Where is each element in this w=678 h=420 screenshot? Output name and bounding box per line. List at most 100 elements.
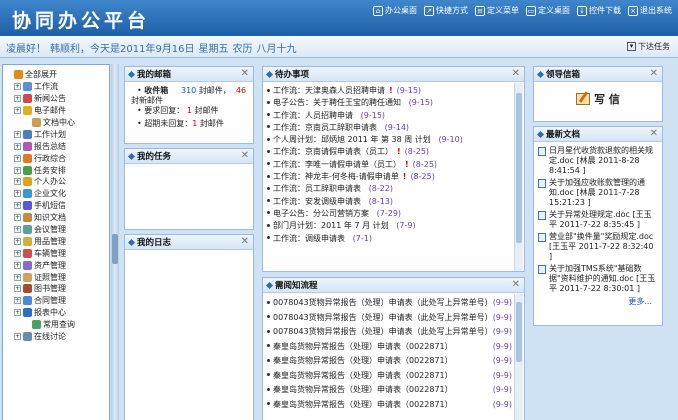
close-icon[interactable]: ✕	[241, 236, 249, 247]
expand-icon[interactable]: +	[14, 178, 21, 186]
todo-item[interactable]: 工作流：员工辞职申请表 (8-22)	[267, 183, 520, 195]
close-icon[interactable]: ✕	[650, 68, 658, 79]
todo-item[interactable]: 工作流：调级申请表 (7-1)	[267, 233, 520, 245]
sidebar-item[interactable]: + 新闻公告	[5, 93, 109, 105]
review-item[interactable]: 秦皇岛货物异常报告（处理）申请表（0022871） (9-9)	[267, 369, 512, 384]
sidebar-item[interactable]: + 证照管理	[5, 271, 109, 283]
write-letter-button[interactable]: 写 信	[534, 91, 662, 107]
sidebar-item[interactable]: + 电子邮件	[5, 105, 109, 117]
expand-icon[interactable]: +	[14, 202, 21, 210]
sidebar-item[interactable]: + 工作计划	[5, 128, 109, 140]
sidebar-item[interactable]: + 图书管理	[5, 283, 109, 295]
close-icon[interactable]: ✕	[241, 68, 249, 79]
expand-icon[interactable]: +	[14, 261, 21, 269]
todo-item[interactable]: 工作流：安发调级申请表 (8-13)	[267, 196, 520, 208]
todo-item-text: 电子公告：分公司营销方案	[273, 208, 369, 218]
close-icon[interactable]: ✕	[241, 150, 249, 161]
expand-icon[interactable]: +	[14, 154, 21, 162]
todo-item[interactable]: 个人周计划：邱炳旭 2011 年 第 38 周 计划 (9-10)	[267, 134, 520, 146]
todo-item[interactable]: 部门月计划：2011 年 7 月 计划 (7-9)	[267, 220, 520, 232]
bullet-icon	[267, 211, 270, 215]
nav-define-desktop[interactable]: ▭ 定义桌面	[526, 5, 570, 16]
review-item[interactable]: 0078043货物异常报告（处理）申请表（此处写上异常单号） (9-9)	[267, 311, 512, 326]
nav-exit[interactable]: × 退出系统	[628, 5, 672, 16]
sidebar-item[interactable]: 全部展开	[5, 69, 109, 81]
sidebar-item[interactable]: + 个人办公	[5, 176, 109, 188]
doc-item[interactable]: 营业部"换件量"奖励规定.doc [王玉平 2011-7-22 8:32:40 …	[538, 232, 658, 262]
review-item[interactable]: 0078043货物异常报告（处理）申请表（此处写上异常单号） (9-9)	[267, 325, 512, 340]
todo-item[interactable]: 工作流：京南请假申请表（员工）! (8-25)	[267, 146, 520, 158]
expand-icon[interactable]: +	[14, 249, 21, 257]
todo-item[interactable]: 电子公告：分公司营销方案 (7-29)	[267, 208, 520, 220]
expand-icon[interactable]: +	[14, 166, 21, 174]
expand-icon[interactable]: +	[14, 107, 21, 115]
scroll-thumb[interactable]	[516, 302, 522, 362]
todo-item-text: 电子公告：关于聘任王宝的聘任通知	[273, 98, 401, 108]
sidebar-item[interactable]: + 报告总结	[5, 140, 109, 152]
sidebar-item[interactable]: + 企业文化	[5, 188, 109, 200]
sidebar-item[interactable]: + 工作流	[5, 81, 109, 93]
nav-download[interactable]: ↓ 控件下载	[577, 5, 621, 16]
sidebar-item[interactable]: + 用品管理	[5, 235, 109, 247]
sidebar-item-label: 知识文档	[34, 213, 66, 223]
sidebar-item[interactable]: + 会议管理	[5, 224, 109, 236]
close-icon[interactable]: ✕	[650, 128, 658, 139]
doc-item[interactable]: 日月星代收货款退款的相关规定.doc [林晨 2011-8-28 8:41:54…	[538, 146, 658, 176]
close-icon[interactable]: ✕	[512, 279, 520, 290]
sidebar-item[interactable]: + 资产管理	[5, 259, 109, 271]
review-scrollbar[interactable]	[514, 294, 523, 420]
expand-icon[interactable]: +	[14, 226, 21, 234]
expand-icon[interactable]: +	[14, 190, 21, 198]
todo-item[interactable]: 工作流：神龙丰-何冬梅-请假申请单! (8-25)	[267, 171, 520, 183]
expand-icon[interactable]: +	[14, 273, 21, 281]
sidebar-splitter[interactable]	[111, 64, 119, 420]
bullet-icon	[267, 174, 270, 178]
todo-item[interactable]: 工作流：天津奥森人员招聘申请! (9-15)	[267, 85, 520, 97]
review-item[interactable]: 秦皇岛货物异常报告（处理）申请表（0022871） (9-9)	[267, 354, 512, 369]
sidebar-item[interactable]: + 知识文档	[5, 212, 109, 224]
todo-item[interactable]: 工作流：人员招聘申请 (9-15)	[267, 110, 520, 122]
expand-icon[interactable]: +	[14, 214, 21, 222]
inbox-line[interactable]: • 收件箱 310 封邮件， 46	[131, 86, 247, 96]
expand-icon[interactable]: +	[14, 130, 21, 138]
todo-scrollbar[interactable]	[514, 83, 523, 271]
bullet-icon	[267, 344, 270, 347]
issue-task-button[interactable]: ▾ 下达任务	[627, 41, 670, 52]
sidebar-item[interactable]: + 任务安排	[5, 164, 109, 176]
doc-item[interactable]: 关于异常处理规定.doc [王玉平 2011-7-22 8:35:45 ]	[538, 210, 658, 230]
sidebar-item[interactable]: + 车辆管理	[5, 247, 109, 259]
sidebar-item[interactable]: + 行政综合	[5, 152, 109, 164]
expand-icon[interactable]: +	[14, 142, 21, 150]
nav-define-menu[interactable]: ≡ 定义菜单	[475, 5, 519, 16]
expand-icon[interactable]: +	[14, 95, 21, 103]
expand-icon[interactable]: +	[14, 309, 21, 317]
expand-icon[interactable]: +	[14, 285, 21, 293]
review-item[interactable]: 0078043货物异常报告（处理）申请表（此处写上异常单号） (9-9)	[267, 296, 512, 311]
doc-item[interactable]: 关于加强应收账款管理的通知.doc [林晨 2011-7-28 15:21:23…	[538, 178, 658, 208]
review-item[interactable]: 秦皇岛货物异常报告（处理）申请表（0022871） (9-9)	[267, 340, 512, 355]
splitter-handle[interactable]	[112, 234, 118, 264]
expand-icon[interactable]: +	[14, 333, 21, 341]
nav-shortcut[interactable]: ↗ 快捷方式	[424, 5, 468, 16]
sidebar-item[interactable]: 常用查询	[5, 319, 109, 331]
scroll-thumb[interactable]	[516, 93, 522, 243]
expand-icon[interactable]: +	[14, 237, 21, 245]
close-icon[interactable]: ✕	[512, 68, 520, 79]
review-item[interactable]: 秦皇岛货物异常报告（处理）申请表（0022871） (9-9)	[267, 383, 512, 398]
more-link[interactable]: 更多...	[534, 296, 662, 307]
doc-item[interactable]: 关于加强TMS系统"基础数据"资料维护的通知.doc [王玉平 2011-7-2…	[538, 264, 658, 294]
expand-icon[interactable]: +	[14, 83, 21, 91]
sidebar-item[interactable]: + 手机短信	[5, 200, 109, 212]
todo-item[interactable]: 工作流：京南员工辞职申请表 (9-14)	[267, 122, 520, 134]
todo-item[interactable]: 工作流：李唯一请假申请单（员工）! (8-25)	[267, 159, 520, 171]
nav-home[interactable]: ⌂ 办公桌面	[373, 5, 417, 16]
sidebar-item[interactable]: + 报表中心	[5, 307, 109, 319]
sidebar-item[interactable]: + 在线讨论	[5, 331, 109, 343]
reply-line[interactable]: • 要求回复： 1 封邮件	[131, 106, 247, 116]
expand-icon[interactable]: +	[14, 297, 21, 305]
todo-item[interactable]: 电子公告：关于聘任王宝的聘任通知 (9-15)	[267, 97, 520, 109]
review-item[interactable]: 秦皇岛货物异常报告（处理）申请表（0022871） (9-9)	[267, 398, 512, 413]
sidebar-item[interactable]: + 合同管理	[5, 295, 109, 307]
overdue-line[interactable]: • 超期未回复：1 封邮件	[131, 119, 247, 129]
sidebar-item[interactable]: 文档中心	[5, 117, 109, 129]
